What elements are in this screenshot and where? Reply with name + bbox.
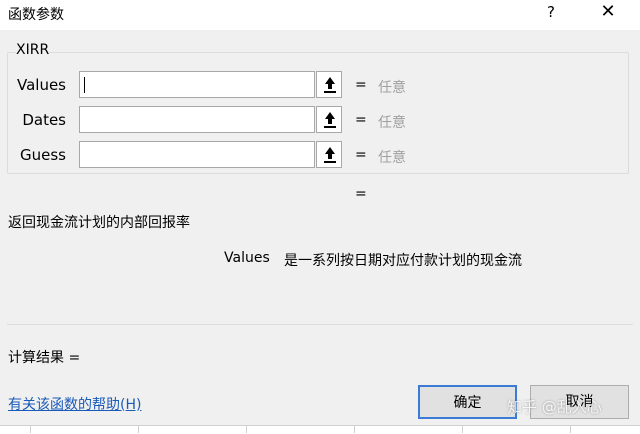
help-icon[interactable]: ? (541, 2, 561, 22)
divider (7, 324, 633, 325)
ok-button[interactable]: 确定 (418, 385, 517, 419)
values-input[interactable] (79, 71, 315, 98)
grid-line (138, 425, 139, 433)
grid-line (462, 425, 463, 433)
function-help-link[interactable]: 有关该函数的帮助(H) (8, 394, 141, 414)
values-equals: = (355, 77, 367, 93)
collapse-dialog-icon (324, 147, 336, 163)
guess-input[interactable] (79, 141, 315, 168)
arg-help-text: 是一系列按日期对应付款计划的现金流 (284, 253, 522, 269)
collapse-dialog-icon (324, 112, 336, 128)
guess-collapse-button[interactable] (316, 141, 342, 168)
function-description: 返回现金流计划的内部回报率 (8, 215, 190, 231)
arg-label-values: Values (16, 76, 66, 94)
arg-help-name: Values (224, 250, 270, 266)
formula-result-label: 计算结果 = (8, 350, 81, 366)
dates-result: 任意 (378, 115, 406, 131)
dates-collapse-button[interactable] (316, 106, 342, 133)
guess-equals: = (355, 147, 367, 163)
dialog-title: 函数参数 (8, 7, 64, 23)
function-arguments-dialog: 函数参数 ? ✕ XIRR Values = 任意 Dates = 任意 Gue… (0, 0, 640, 434)
values-result: 任意 (378, 80, 406, 96)
dates-input[interactable] (79, 106, 315, 133)
function-value-equals: = (355, 186, 367, 202)
values-collapse-button[interactable] (316, 71, 342, 98)
title-bar: 函数参数 ? ✕ (0, 0, 640, 30)
grid-line (354, 425, 355, 433)
text-caret (84, 77, 85, 93)
dates-equals: = (355, 112, 367, 128)
grid-line (30, 425, 31, 433)
collapse-dialog-icon (324, 77, 336, 93)
grid-line (246, 425, 247, 433)
guess-result: 任意 (378, 150, 406, 166)
arg-label-dates: Dates (22, 111, 66, 129)
watermark: 知乎 @乱入心 (507, 398, 602, 416)
grid-line (570, 425, 571, 433)
function-name-legend: XIRR (16, 42, 50, 58)
close-icon[interactable]: ✕ (598, 2, 618, 22)
arg-label-guess: Guess (20, 146, 66, 164)
